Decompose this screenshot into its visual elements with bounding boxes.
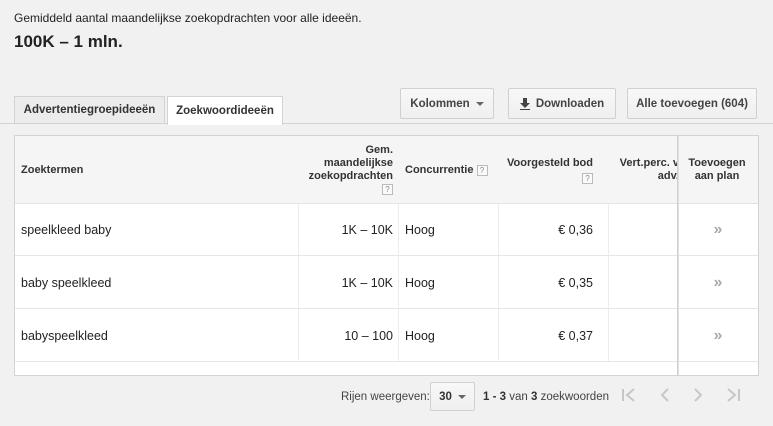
- cell-competition: Hoog: [405, 329, 435, 343]
- tab-keyword-ideas[interactable]: Zoekwoordideeën: [167, 96, 283, 125]
- cell-competition: Hoog: [405, 223, 435, 237]
- frozen-column-divider: [677, 136, 679, 375]
- range-total: 3: [530, 391, 538, 403]
- cell-suggested-bid: € 0,37: [558, 329, 593, 343]
- header-share-line2: adv.: [657, 170, 679, 182]
- header-competition[interactable]: Concurrentie ?: [405, 164, 488, 177]
- summary-value: 100K – 1 mln.: [14, 32, 123, 51]
- rows-per-page-value: 30: [439, 390, 452, 403]
- chevron-down-icon: [457, 394, 466, 399]
- header-suggested-bid[interactable]: Voorgesteld bod ?: [499, 157, 593, 185]
- cell-suggested-bid: € 0,35: [558, 276, 593, 290]
- add-all-label: Alle toevoegen (604): [636, 97, 748, 110]
- header-avg-line3: zoekopdrachten: [308, 170, 393, 182]
- prev-page-icon[interactable]: [659, 386, 671, 404]
- columns-button[interactable]: Kolommen: [400, 88, 494, 119]
- cell-suggested-bid: € 0,36: [558, 223, 593, 237]
- cell-search-term: baby speelkleed: [21, 276, 112, 290]
- table-row: babyspeelkleed 10 – 100 Hoog € 0,37 »: [15, 310, 758, 362]
- chevron-down-icon: [475, 101, 484, 106]
- last-page-icon[interactable]: [726, 386, 742, 404]
- help-icon[interactable]: ?: [476, 164, 488, 176]
- tab-adgroup-ideas[interactable]: Advertentiegroepideeën: [14, 96, 165, 123]
- tabs-divider: [0, 123, 773, 124]
- range-prefix: 1 - 3: [483, 391, 507, 403]
- rows-per-page-label: Rijen weergeven:: [341, 391, 430, 403]
- download-label: Downloaden: [535, 97, 605, 110]
- header-share-line1: Vert.perc. v: [619, 157, 679, 169]
- cell-search-term: babyspeelkleed: [21, 329, 108, 343]
- first-page-icon[interactable]: [621, 386, 637, 404]
- table-row: baby speelkleed 1K – 10K Hoog € 0,35 »: [15, 257, 758, 309]
- header-search-terms[interactable]: Zoektermen: [21, 164, 83, 177]
- columns-label: Kolommen: [410, 97, 470, 110]
- help-icon[interactable]: ?: [582, 172, 593, 184]
- pagination-range: 1 - 3 van 3 zoekwoorden: [483, 391, 609, 403]
- table-header: Zoektermen Gem. maandelijkse zoekopdrach…: [15, 136, 758, 204]
- download-button[interactable]: Downloaden: [508, 88, 616, 119]
- summary-label: Gemiddeld aantal maandelijkse zoekopdrac…: [14, 11, 362, 25]
- header-addplan-line2: aan plan: [694, 170, 740, 182]
- keyword-table: Zoektermen Gem. maandelijkse zoekopdrach…: [14, 135, 759, 376]
- header-add-to-plan: Toevoegen aan plan: [687, 157, 747, 183]
- cell-search-term: speelkleed baby: [21, 223, 112, 237]
- table-row: speelkleed baby 1K – 10K Hoog € 0,36 »: [15, 204, 758, 256]
- header-avg-line2: maandelijkse: [323, 157, 393, 169]
- download-icon: [519, 97, 530, 110]
- range-mid: van: [509, 391, 528, 403]
- header-ad-impression-share[interactable]: Vert.perc. v adv.: [613, 157, 679, 183]
- add-all-button[interactable]: Alle toevoegen (604): [627, 88, 757, 119]
- add-to-plan-icon[interactable]: »: [679, 257, 757, 309]
- range-suffix: zoekwoorden: [540, 391, 609, 403]
- header-avg-line1: Gem.: [365, 144, 393, 156]
- add-to-plan-icon[interactable]: »: [679, 204, 757, 256]
- rows-per-page-select[interactable]: 30: [430, 382, 475, 411]
- next-page-icon[interactable]: [692, 386, 704, 404]
- header-competition-label: Concurrentie: [405, 164, 474, 176]
- add-to-plan-icon[interactable]: »: [679, 310, 757, 362]
- cell-avg-searches: 10 – 100: [344, 329, 393, 343]
- header-addplan-line1: Toevoegen: [688, 157, 746, 169]
- header-bid-label: Voorgesteld bod: [507, 157, 593, 169]
- help-icon[interactable]: ?: [382, 183, 393, 195]
- cell-avg-searches: 1K – 10K: [341, 276, 393, 290]
- cell-avg-searches: 1K – 10K: [341, 223, 393, 237]
- header-avg-monthly-searches[interactable]: Gem. maandelijkse zoekopdrachten ?: [297, 144, 393, 196]
- cell-competition: Hoog: [405, 276, 435, 290]
